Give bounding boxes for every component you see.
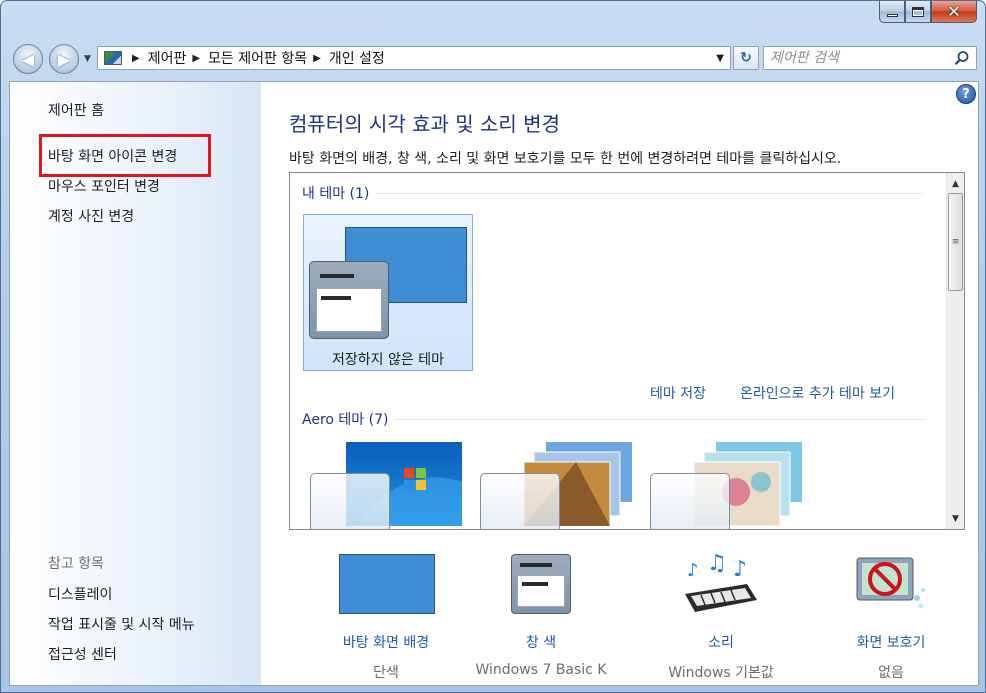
sidebar-change-mouse-pointers[interactable]: 마우스 포인터 변경 <box>48 176 160 196</box>
address-dropdown-icon[interactable]: ▼ <box>716 53 724 64</box>
close-button[interactable]: ✕ <box>931 1 977 23</box>
theme-list: 내 테마 (1) 저장하지 않은 테마 테마 저장 온라인으로 추가 테마 보기 <box>289 172 965 530</box>
scroll-down-icon[interactable]: ▼ <box>947 510 964 527</box>
window-frame-preview <box>511 554 571 614</box>
control-panel-icon <box>104 51 122 65</box>
recent-pages-dropdown[interactable]: ▼ <box>84 54 91 64</box>
navigation-bar: ◀ ▶ ▼ ▶ 제어판 ▶ 모든 제어판 항목 ▶ 개인 설정 ▼ ↻ <box>9 41 979 77</box>
help-icon[interactable]: ? <box>956 84 976 104</box>
window-color-value: Windows 7 Basic K <box>475 662 607 678</box>
refresh-icon: ↻ <box>740 50 752 66</box>
sounds-icon: ♪ ♫ ♪ <box>646 554 796 618</box>
save-theme-link[interactable]: 테마 저장 <box>650 383 706 403</box>
aero-themes-label: Aero 테마 (7) <box>302 412 389 428</box>
sounds-label[interactable]: 소리 <box>646 632 796 652</box>
my-themes-label: 내 테마 (1) <box>302 186 370 202</box>
divider <box>396 418 925 420</box>
unsaved-theme-tile[interactable]: 저장하지 않은 테마 <box>303 214 473 371</box>
desktop-background-value: 단색 <box>373 665 399 681</box>
back-button[interactable]: ◀ <box>13 44 43 74</box>
svg-text:♫: ♫ <box>707 554 727 576</box>
sidebar-control-panel-home[interactable]: 제어판 홈 <box>48 100 104 120</box>
window-preview-line <box>321 296 351 300</box>
window-color-item[interactable]: 창 색 Windows 7 Basic K <box>466 554 616 678</box>
unsaved-theme-label: 저장하지 않은 테마 <box>332 352 444 368</box>
sidebar: 제어판 홈 바탕 화면 아이콘 변경 마우스 포인터 변경 계정 사진 변경 참… <box>10 82 261 685</box>
breadcrumb-separator-icon[interactable]: ▶ <box>132 53 140 64</box>
desktop-background-label[interactable]: 바탕 화면 배경 <box>311 632 461 652</box>
screen-saver-value: 없음 <box>878 665 904 681</box>
piano-keys-icon: ♪ ♫ ♪ <box>685 554 757 612</box>
minimize-icon <box>886 14 898 17</box>
breadcrumb-separator-icon[interactable]: ▶ <box>313 53 321 64</box>
divider <box>377 192 924 194</box>
solid-color-swatch <box>339 554 435 614</box>
page-description: 바탕 화면의 배경, 창 색, 소리 및 화면 보호기를 모두 한 번에 변경하… <box>289 151 842 167</box>
window-preview-line <box>320 274 354 278</box>
window-glass-preview <box>310 473 390 529</box>
aero-theme-characters[interactable] <box>650 436 810 529</box>
main-panel: ? 컴퓨터의 시각 효과 및 소리 변경 바탕 화면의 배경, 창 색, 소리 … <box>261 82 978 685</box>
desktop-background-item[interactable]: 바탕 화면 배경 단색 <box>311 554 461 682</box>
search-input[interactable] <box>770 50 950 66</box>
window-color-label[interactable]: 창 색 <box>466 632 616 652</box>
forward-button[interactable]: ▶ <box>49 44 79 74</box>
screen-saver-item[interactable]: 화면 보호기 없음 <box>816 554 966 682</box>
page-title: 컴퓨터의 시각 효과 및 소리 변경 <box>289 112 560 136</box>
maximize-button[interactable] <box>905 1 931 23</box>
window-preview-body <box>517 575 565 607</box>
caption-buttons: ✕ <box>879 1 977 27</box>
aero-theme-windows7[interactable] <box>310 436 470 529</box>
see-also-heading: 참고 항목 <box>48 556 104 572</box>
screen-saver-icon <box>816 554 966 618</box>
window-preview-line <box>520 563 552 567</box>
content-area: 제어판 홈 바탕 화면 아이콘 변경 마우스 포인터 변경 계정 사진 변경 참… <box>9 81 979 686</box>
search-box <box>763 46 977 70</box>
theme-list-scrollbar[interactable]: ▲ ≡ ▼ <box>946 173 964 529</box>
no-screen-saver-icon <box>856 557 925 609</box>
refresh-button[interactable]: ↻ <box>733 46 759 70</box>
svg-text:♪: ♪ <box>733 557 747 582</box>
breadcrumb-personalization[interactable]: 개인 설정 <box>329 48 385 68</box>
desktop-background-icon <box>311 554 461 618</box>
scroll-up-icon[interactable]: ▲ <box>947 175 964 192</box>
screen-saver-label[interactable]: 화면 보호기 <box>816 632 966 652</box>
aero-themes-heading: Aero 테마 (7) <box>302 409 925 429</box>
window-glass-preview <box>480 473 560 529</box>
sounds-value: Windows 기본값 <box>668 665 774 681</box>
my-themes-heading: 내 테마 (1) <box>302 183 924 203</box>
svg-text:♪: ♪ <box>687 560 699 581</box>
sidebar-taskbar-start-menu[interactable]: 작업 표시줄 및 시작 메뉴 <box>48 614 195 634</box>
window-frame: ✕ ◀ ▶ ▼ ▶ 제어판 ▶ 모든 제어판 항목 ▶ 개인 설정 ▼ ↻ 제어… <box>0 0 986 693</box>
search-icon[interactable] <box>954 50 970 66</box>
breadcrumb-all-items[interactable]: 모든 제어판 항목 <box>208 48 307 68</box>
sidebar-ease-of-access[interactable]: 접근성 센터 <box>48 644 117 664</box>
address-bar[interactable]: ▶ 제어판 ▶ 모든 제어판 항목 ▶ 개인 설정 ▼ <box>97 46 731 70</box>
forward-arrow-icon: ▶ <box>57 49 71 69</box>
maximize-icon <box>912 6 924 17</box>
sidebar-change-desktop-icons[interactable]: 바탕 화면 아이콘 변경 <box>48 146 177 166</box>
aero-theme-architecture[interactable] <box>480 436 640 529</box>
window-preview-line <box>522 582 548 586</box>
window-preview-body <box>316 288 382 332</box>
breadcrumb-separator-icon[interactable]: ▶ <box>192 53 200 64</box>
breadcrumb-control-panel[interactable]: 제어판 <box>148 48 187 68</box>
theme-window-preview <box>309 261 389 339</box>
scroll-thumb[interactable]: ≡ <box>948 193 963 291</box>
get-more-themes-online-link[interactable]: 온라인으로 추가 테마 보기 <box>740 383 895 403</box>
sidebar-display[interactable]: 디스플레이 <box>48 584 112 604</box>
minimize-button[interactable] <box>879 1 905 23</box>
sidebar-change-account-picture[interactable]: 계정 사진 변경 <box>48 206 134 226</box>
window-glass-preview <box>650 473 730 529</box>
back-arrow-icon: ◀ <box>21 49 35 69</box>
sounds-item[interactable]: ♪ ♫ ♪ 소리 Windows 기본값 <box>646 554 796 682</box>
window-color-icon <box>466 554 616 618</box>
